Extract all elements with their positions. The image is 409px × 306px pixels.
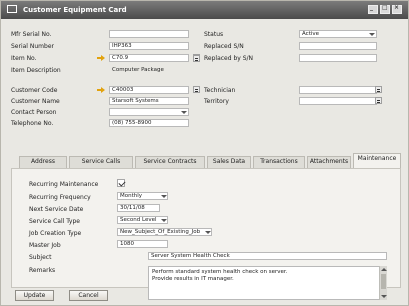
- recurring-maintenance-label: Recurring Maintenance: [29, 181, 99, 188]
- status-select[interactable]: Active: [299, 30, 377, 38]
- window-title: Customer Equipment Card: [23, 6, 127, 14]
- serial-number-field[interactable]: IHP363: [109, 42, 189, 50]
- service-call-type-label: Service Call Type: [29, 218, 80, 225]
- telephone-label: Telephone No.: [11, 120, 54, 127]
- next-service-date-label: Next Service Date: [29, 206, 84, 213]
- subject-label: Subject: [29, 254, 52, 261]
- customer-lookup-icon[interactable]: [193, 86, 200, 93]
- replaced-by-lookup-icon[interactable]: [193, 55, 200, 62]
- technician-lookup-icon[interactable]: [375, 86, 382, 93]
- territory-lookup-icon[interactable]: [375, 97, 382, 104]
- customer-name-label: Customer Name: [11, 98, 60, 105]
- recurring-frequency-label: Recurring Frequency: [29, 194, 91, 201]
- tab-maintenance[interactable]: Maintenance: [353, 153, 401, 168]
- telephone-field[interactable]: (08) 755-8900: [109, 119, 189, 127]
- replaced-sn-field[interactable]: [299, 42, 377, 50]
- customer-link-arrow-icon[interactable]: [97, 87, 105, 93]
- next-service-date-field[interactable]: 30/11/08: [117, 204, 160, 212]
- replaced-by-sn-label: Replaced by S/N: [204, 55, 254, 62]
- remarks-line: Perform standard system health check on …: [152, 269, 288, 275]
- close-icon[interactable]: ×: [392, 4, 402, 14]
- tab-service-contracts[interactable]: Service Contracts: [135, 156, 205, 168]
- replaced-by-sn-field[interactable]: [299, 54, 377, 62]
- remarks-label: Remarks: [29, 267, 56, 274]
- recurring-maintenance-checkbox[interactable]: [117, 179, 126, 187]
- job-creation-type-select[interactable]: New_Subject_Of_Existing_Job: [117, 228, 212, 236]
- scroll-down-icon[interactable]: [381, 295, 387, 298]
- minimize-icon[interactable]: _: [368, 4, 378, 14]
- contact-person-label: Contact Person: [11, 109, 57, 116]
- contact-person-field[interactable]: [109, 108, 189, 116]
- territory-label: Territory: [204, 98, 229, 105]
- territory-field[interactable]: [299, 97, 377, 105]
- update-button[interactable]: Update: [15, 290, 54, 301]
- status-dropdown-icon[interactable]: [369, 33, 375, 36]
- master-job-label: Master Job: [29, 242, 61, 249]
- serial-number-label: Serial Number: [11, 43, 54, 50]
- item-link-arrow-icon[interactable]: [97, 55, 105, 61]
- cancel-button[interactable]: Cancel: [69, 290, 108, 301]
- job-creation-type-label: Job Creation Type: [29, 230, 82, 237]
- customer-name-field[interactable]: Starsoft Systems: [109, 97, 189, 105]
- item-description-label: Item Description: [11, 67, 61, 74]
- replaced-sn-label: Replaced S/N: [204, 43, 244, 50]
- mfr-serial-field[interactable]: [109, 30, 189, 38]
- tab-strip: Address Service Calls Service Contracts …: [11, 153, 401, 168]
- window-icon: [7, 5, 17, 13]
- maximize-icon[interactable]: □: [380, 4, 390, 14]
- title-bar: Customer Equipment Card _ □ ×: [1, 1, 408, 19]
- tab-address[interactable]: Address: [19, 156, 67, 168]
- item-description-value: Computer Package: [112, 67, 164, 73]
- mfr-serial-label: Mfr Serial No.: [11, 31, 52, 38]
- technician-field[interactable]: [299, 86, 377, 94]
- status-label: Status: [204, 31, 224, 38]
- master-job-field[interactable]: 1080: [117, 240, 168, 248]
- check-icon: [118, 179, 126, 187]
- scroll-up-icon[interactable]: [381, 268, 387, 271]
- service-call-type-dropdown-icon[interactable]: [161, 219, 167, 222]
- technician-label: Technician: [204, 87, 236, 94]
- item-no-label: Item No.: [11, 55, 37, 62]
- customer-code-field[interactable]: C40003: [109, 86, 189, 94]
- customer-code-label: Customer Code: [11, 87, 58, 94]
- tab-attachments[interactable]: Attachments: [307, 156, 351, 168]
- remarks-textarea[interactable]: Perform standard system health check on …: [148, 266, 387, 300]
- customer-equipment-card-window: Customer Equipment Card _ □ × Mfr Serial…: [0, 0, 409, 306]
- remarks-line: Provide results in IT manager.: [152, 276, 234, 282]
- tab-service-calls[interactable]: Service Calls: [69, 156, 133, 168]
- item-no-field[interactable]: C70.9: [109, 54, 189, 62]
- tab-sales-data[interactable]: Sales Data: [207, 156, 251, 168]
- job-creation-type-dropdown-icon[interactable]: [205, 231, 211, 234]
- scroll-thumb[interactable]: [381, 274, 386, 289]
- subject-field[interactable]: Server System Health Check: [148, 252, 387, 260]
- tab-transactions[interactable]: Transactions: [253, 156, 305, 168]
- remarks-scrollbar[interactable]: [379, 266, 387, 300]
- frequency-dropdown-icon[interactable]: [161, 195, 167, 198]
- contact-person-dropdown-icon[interactable]: [181, 111, 187, 114]
